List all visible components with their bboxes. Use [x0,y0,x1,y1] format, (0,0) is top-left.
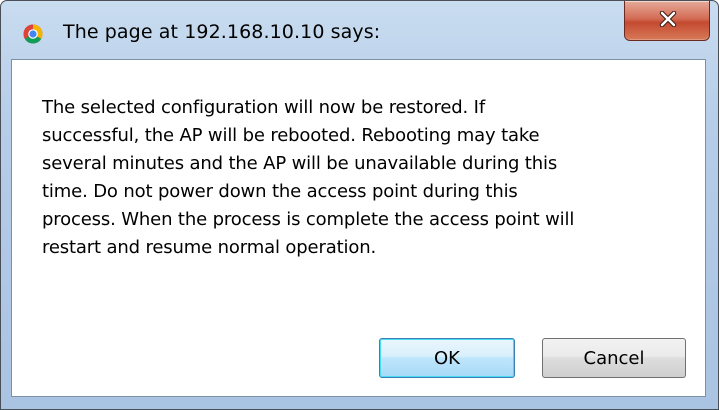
ok-button[interactable]: OK [379,338,515,378]
cancel-button[interactable]: Cancel [542,338,686,378]
dialog-title: The page at 192.168.10.10 says: [63,21,381,43]
alert-dialog-window: The page at 192.168.10.10 says: The sele… [0,0,719,410]
dialog-content: The selected configuration will now be r… [11,59,706,397]
title-bar[interactable]: The page at 192.168.10.10 says: [1,1,718,61]
close-icon [659,11,677,27]
close-button[interactable] [624,1,710,41]
dialog-message: The selected configuration will now be r… [42,97,575,258]
chrome-icon [23,24,43,44]
